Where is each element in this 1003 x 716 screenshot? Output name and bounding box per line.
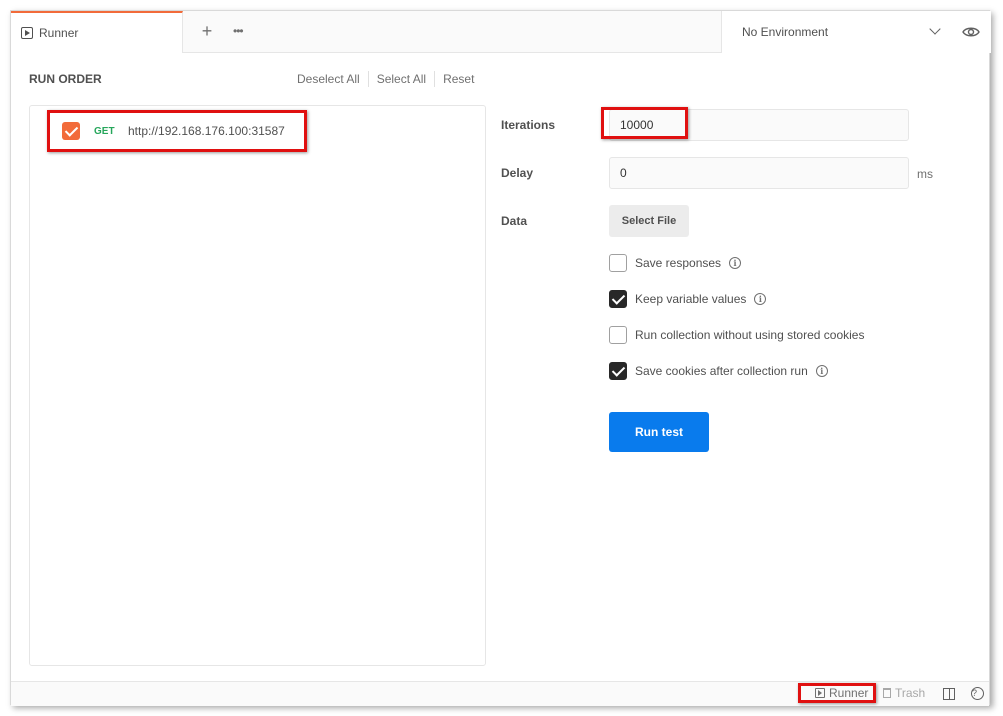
delay-label: Delay — [501, 166, 534, 180]
environment-quick-look-button[interactable] — [951, 11, 991, 53]
statusbar-runner-label: Runner — [829, 686, 869, 700]
option-label: Run collection without using stored cook… — [635, 328, 865, 342]
request-method: GET — [94, 125, 115, 137]
save-cookies-checkbox[interactable] — [609, 362, 627, 380]
chevron-down-icon — [929, 23, 941, 35]
select-file-button[interactable]: Select File — [609, 205, 689, 237]
option-label: Save responses — [635, 256, 722, 270]
info-icon[interactable]: i — [754, 293, 767, 305]
status-bar: Runner Trash ? — [11, 681, 989, 706]
request-url: http://192.168.176.100:31587 — [128, 124, 285, 138]
run-order-list: GET http://192.168.176.100:31587 — [29, 105, 486, 666]
help-icon[interactable]: ? — [971, 687, 984, 700]
delay-unit: ms — [917, 167, 933, 181]
option-keep-variable-values[interactable]: Keep variable values i — [609, 289, 767, 309]
tab-runner[interactable]: Runner — [11, 11, 183, 53]
info-icon[interactable]: i — [729, 257, 742, 269]
delay-input[interactable] — [609, 157, 909, 189]
info-icon[interactable]: i — [815, 365, 828, 377]
run-test-button[interactable]: Run test — [609, 412, 709, 452]
deselect-all-button[interactable]: Deselect All — [289, 71, 369, 87]
runner-icon — [815, 688, 825, 698]
runner-window: Runner + ••• No Environment RUN ORDER De… — [10, 10, 991, 706]
two-pane-view-icon[interactable] — [943, 688, 955, 700]
tab-bar: Runner + ••• No Environment — [11, 11, 991, 53]
iterations-input[interactable] — [609, 109, 909, 141]
more-options-icon[interactable]: ••• — [233, 21, 244, 41]
option-label: Save cookies after collection run — [635, 364, 808, 378]
trash-icon — [883, 688, 891, 698]
option-label: Keep variable values — [635, 292, 747, 306]
option-run-without-cookies[interactable]: Run collection without using stored cook… — [609, 325, 864, 345]
statusbar-trash-button[interactable]: Trash — [883, 686, 925, 700]
run-without-cookies-checkbox[interactable] — [609, 326, 627, 344]
environment-select[interactable]: No Environment — [721, 11, 951, 53]
request-checkbox[interactable] — [62, 122, 80, 140]
option-save-cookies[interactable]: Save cookies after collection run i — [609, 361, 828, 381]
new-tab-button[interactable]: + — [197, 21, 217, 41]
data-label: Data — [501, 214, 528, 228]
statusbar-runner-button[interactable]: Runner — [815, 686, 868, 700]
environment-select-value: No Environment — [742, 25, 829, 39]
iterations-label: Iterations — [501, 118, 556, 132]
reset-button[interactable]: Reset — [435, 71, 482, 87]
select-all-button[interactable]: Select All — [369, 71, 436, 87]
run-order-actions: Deselect All Select All Reset — [289, 71, 482, 87]
eye-icon — [962, 27, 980, 37]
save-responses-checkbox[interactable] — [609, 254, 627, 272]
run-order-title: RUN ORDER — [29, 72, 102, 86]
option-save-responses[interactable]: Save responses i — [609, 253, 742, 273]
keep-variable-values-checkbox[interactable] — [609, 290, 627, 308]
tab-runner-label: Runner — [39, 26, 79, 40]
runner-icon — [21, 27, 33, 39]
list-item[interactable]: GET http://192.168.176.100:31587 — [62, 118, 285, 144]
statusbar-trash-label: Trash — [895, 686, 926, 700]
